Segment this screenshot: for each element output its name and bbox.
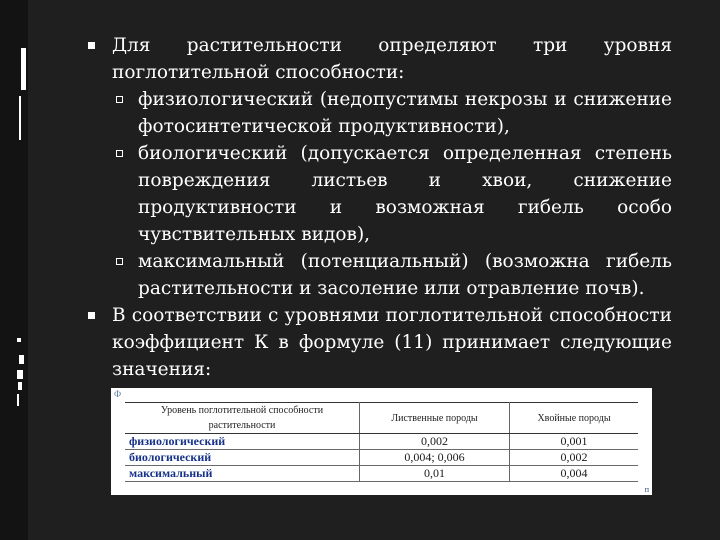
sub-bullet-item: биологический (допускается определенная … [86, 140, 672, 248]
table-row: биологический 0,004; 0,006 0,002 [125, 449, 638, 466]
decoration-bar [19, 96, 21, 140]
decoration-bar [19, 355, 24, 364]
slide: Для растительности определяют три уровня… [0, 0, 720, 540]
decoration-bar [17, 338, 21, 342]
decoration-bar [17, 370, 23, 379]
column-header: Уровень поглотительной способности расти… [125, 402, 360, 434]
square-bullet-icon [88, 312, 95, 319]
level-cell: максимальный [125, 465, 360, 482]
table-corner-mark: п [644, 485, 649, 494]
sub-bullet-text: физиологический (недопустимы некрозы и с… [138, 89, 672, 137]
level-cell: биологический [125, 449, 360, 466]
table-marker: Ф [114, 389, 122, 399]
sub-bullet-item: максимальный (потенциальный) (возможна г… [86, 248, 672, 302]
decoration-bar [21, 48, 26, 90]
bullet-item: В соответствии с уровнями поглотительной… [86, 302, 672, 383]
decoration-bar [18, 382, 22, 390]
table-header-row: Уровень поглотительной способности расти… [125, 402, 638, 434]
column-header: Хвойные породы [509, 402, 638, 434]
coefficient-table-image: Ф Уровень поглотительной способности рас… [111, 388, 652, 495]
decoration-bar [17, 394, 19, 406]
slide-body: Для растительности определяют три уровня… [86, 32, 672, 383]
value-cell: 0,004; 0,006 [359, 449, 510, 466]
bullet-text: Для растительности определяют три уровня… [112, 35, 672, 83]
value-cell: 0,01 [359, 465, 510, 482]
value-cell: 0,002 [359, 433, 510, 450]
square-bullet-icon [88, 42, 95, 49]
sub-bullet-text: максимальный (потенциальный) (возможна г… [138, 251, 672, 299]
value-cell: 0,001 [509, 433, 638, 450]
sub-bullet-text: биологический (допускается определенная … [138, 143, 672, 245]
coefficient-table: Уровень поглотительной способности расти… [125, 402, 638, 482]
bullet-item: Для растительности определяют три уровня… [86, 32, 672, 86]
bullet-text: В соответствии с уровнями поглотительной… [112, 305, 672, 380]
value-cell: 0,004 [509, 465, 638, 482]
sub-bullet-item: физиологический (недопустимы некрозы и с… [86, 86, 672, 140]
table-row: максимальный 0,01 0,004 [125, 465, 638, 482]
column-header: Лиственные породы [359, 402, 510, 434]
hollow-square-bullet-icon [116, 258, 123, 265]
level-cell: физиологический [125, 433, 360, 450]
value-cell: 0,002 [509, 449, 638, 466]
hollow-square-bullet-icon [116, 96, 123, 103]
table-row: физиологический 0,002 0,001 [125, 433, 638, 450]
hollow-square-bullet-icon [116, 150, 123, 157]
